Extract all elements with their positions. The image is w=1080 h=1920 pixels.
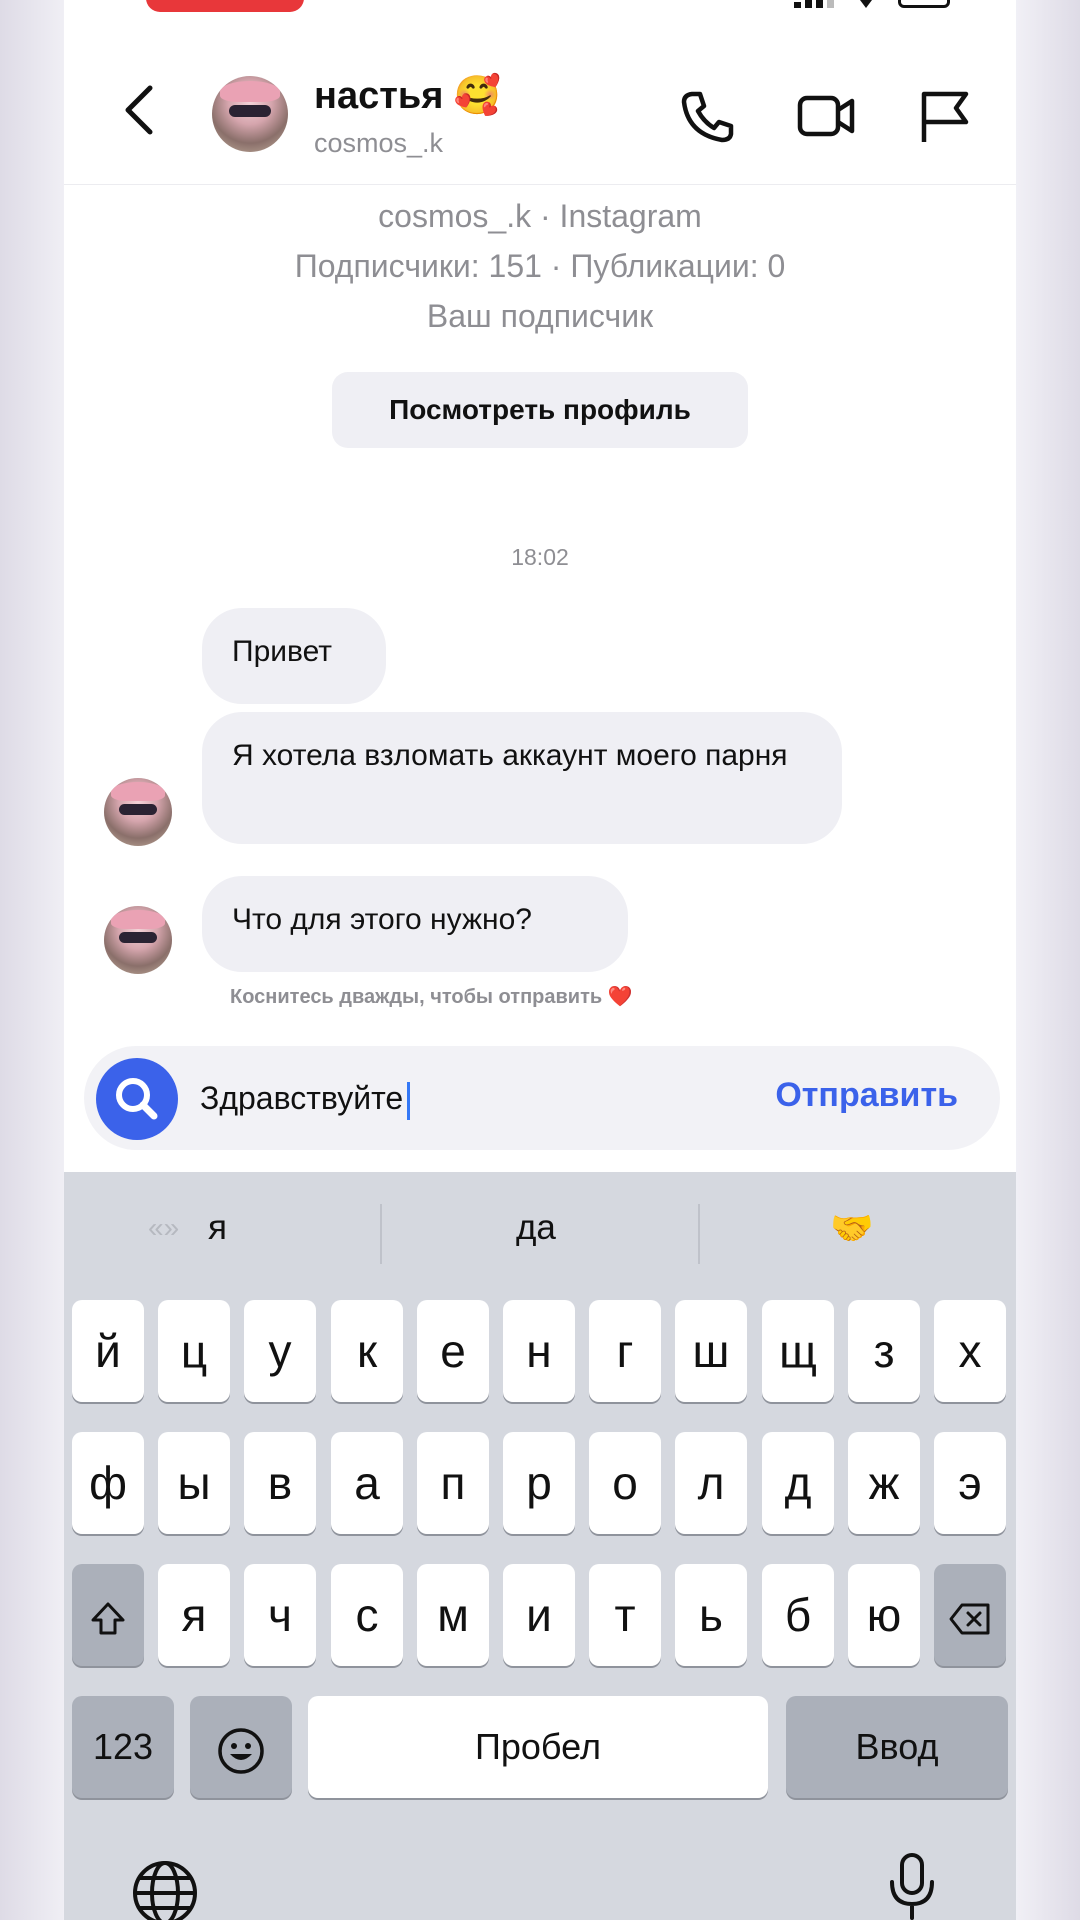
follower-status: Ваш подписчик: [426, 298, 654, 334]
numbers-key[interactable]: 123: [72, 1696, 174, 1798]
key[interactable]: б: [762, 1564, 834, 1666]
shift-icon: [91, 1602, 125, 1635]
suggestion-item[interactable]: я: [208, 1208, 227, 1248]
avatar[interactable]: [212, 76, 288, 152]
shift-key[interactable]: [72, 1564, 144, 1666]
suggestion-bar: «» я да 🤝: [64, 1172, 1016, 1298]
key[interactable]: т: [589, 1564, 661, 1666]
key[interactable]: х: [934, 1300, 1006, 1402]
suggestion-item[interactable]: 🤝: [830, 1208, 874, 1249]
return-key[interactable]: Ввод: [786, 1696, 1008, 1798]
profile-handle-line: cosmos_.k · Instagram: [378, 198, 702, 234]
key[interactable]: н: [503, 1300, 575, 1402]
microphone-icon[interactable]: [884, 1852, 940, 1920]
key[interactable]: г: [589, 1300, 661, 1402]
backspace-icon: [949, 1603, 990, 1635]
message-bubble[interactable]: Я хотела взломать аккаунт моего парня: [202, 712, 842, 844]
quote-icon: «»: [148, 1212, 180, 1243]
key[interactable]: в: [244, 1432, 316, 1534]
suggestion-divider: [698, 1204, 700, 1264]
back-arrow-icon[interactable]: [120, 84, 160, 136]
key[interactable]: ж: [848, 1432, 920, 1534]
key[interactable]: й: [72, 1300, 144, 1402]
key[interactable]: е: [417, 1300, 489, 1402]
key[interactable]: ш: [675, 1300, 747, 1402]
key[interactable]: у: [244, 1300, 316, 1402]
key[interactable]: ю: [848, 1564, 920, 1666]
key[interactable]: щ: [762, 1300, 834, 1402]
key[interactable]: и: [503, 1564, 575, 1666]
message-bubble[interactable]: Что для этого нужно?: [202, 876, 628, 972]
key[interactable]: э: [934, 1432, 1006, 1534]
contact-username[interactable]: cosmos_.k: [314, 128, 443, 159]
search-button[interactable]: [96, 1058, 178, 1140]
key[interactable]: п: [417, 1432, 489, 1534]
key[interactable]: м: [417, 1564, 489, 1666]
key[interactable]: д: [762, 1432, 834, 1534]
message-input-text: Здравствуйте: [200, 1080, 404, 1116]
key[interactable]: ц: [158, 1300, 230, 1402]
text-cursor: [407, 1081, 411, 1120]
emoji-icon: [218, 1728, 264, 1774]
phone-call-icon[interactable]: [678, 88, 738, 144]
wifi-icon: [860, 0, 872, 8]
message-timestamp: 18:02: [511, 544, 569, 570]
globe-icon[interactable]: [130, 1858, 200, 1920]
emoji-key[interactable]: [190, 1696, 292, 1798]
key[interactable]: з: [848, 1300, 920, 1402]
key[interactable]: ы: [158, 1432, 230, 1534]
battery-icon: [898, 0, 950, 8]
key[interactable]: л: [675, 1432, 747, 1534]
key[interactable]: р: [503, 1432, 575, 1534]
key[interactable]: я: [158, 1564, 230, 1666]
space-key[interactable]: Пробел: [308, 1696, 768, 1798]
status-icons: [794, 0, 950, 8]
sender-avatar[interactable]: [104, 906, 172, 974]
key[interactable]: с: [331, 1564, 403, 1666]
keyboard: «» я да 🤝 й ц у к е н г ш щ з х ф ы в а …: [64, 1172, 1016, 1920]
key[interactable]: ф: [72, 1432, 144, 1534]
suggestion-divider: [380, 1204, 382, 1264]
suggestion-item[interactable]: да: [516, 1208, 556, 1248]
key[interactable]: а: [331, 1432, 403, 1534]
backspace-key[interactable]: [934, 1564, 1006, 1666]
message-composer: Здравствуйте Отправить: [84, 1046, 1000, 1150]
send-button[interactable]: Отправить: [775, 1076, 958, 1115]
view-profile-button[interactable]: Посмотреть профиль: [332, 372, 748, 448]
key[interactable]: о: [589, 1432, 661, 1534]
key[interactable]: к: [331, 1300, 403, 1402]
search-icon: [116, 1078, 158, 1120]
profile-stats-line: Подписчики: 151 · Публикации: 0: [294, 248, 786, 284]
message-bubble[interactable]: Привет: [202, 608, 386, 704]
video-call-icon[interactable]: [796, 88, 856, 144]
contact-name[interactable]: настья 🥰: [314, 74, 501, 118]
double-tap-hint: Коснитесь дважды, чтобы отправить ❤️: [230, 986, 633, 1008]
phone-screen: настья 🥰 cosmos_.k cosmos_.k · Instagram…: [64, 0, 1016, 1920]
message-input[interactable]: Здравствуйте: [200, 1072, 411, 1124]
key[interactable]: ч: [244, 1564, 316, 1666]
chat-header: настья 🥰 cosmos_.k: [64, 40, 1016, 185]
signal-icon: [794, 0, 834, 8]
sender-avatar[interactable]: [104, 778, 172, 846]
key[interactable]: ь: [675, 1564, 747, 1666]
recording-indicator: [146, 0, 304, 12]
flag-icon[interactable]: [916, 88, 976, 144]
